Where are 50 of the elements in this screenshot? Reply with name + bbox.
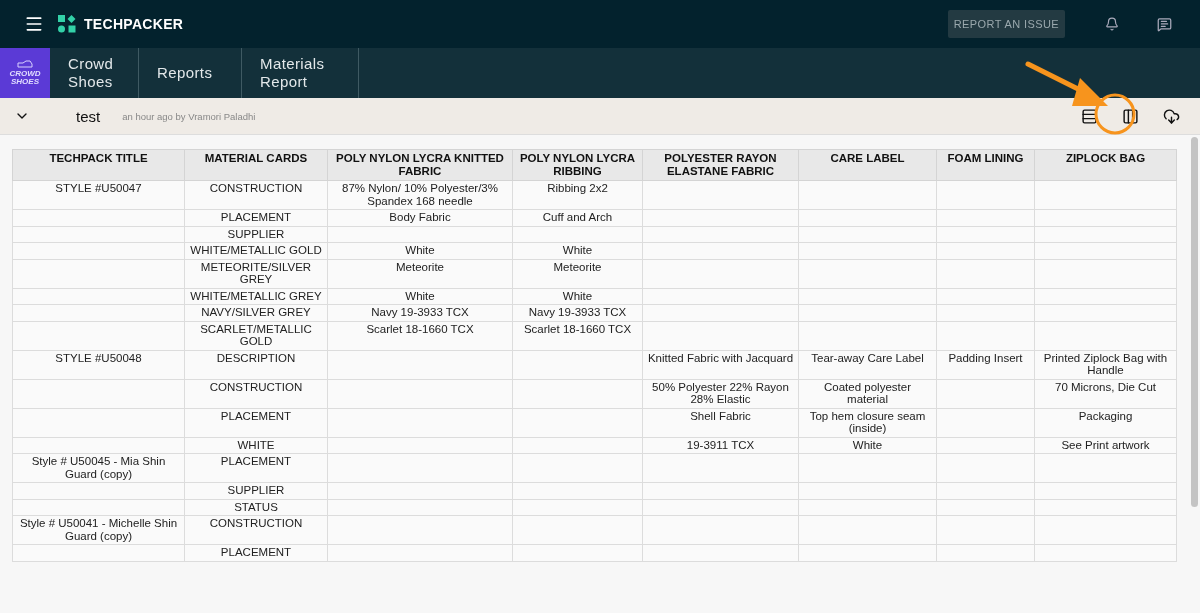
table-cell: Printed Ziplock Bag with Handle <box>1034 350 1177 379</box>
table-cell: CONSTRUCTION <box>184 515 328 545</box>
column-header: ZIPLOCK BAG <box>1034 149 1177 181</box>
column-header: POLY NYLON LYCRA RIBBING <box>512 149 643 181</box>
table-cell: CONSTRUCTION <box>184 379 328 408</box>
table-cell: 87% Nylon/ 10% Polyester/3% Spandex 168 needle <box>327 180 513 210</box>
report-meta: an hour ago by Vramori Paladhi <box>122 110 256 122</box>
cloud-download-icon[interactable] <box>1163 107 1180 125</box>
rows-view-icon[interactable] <box>1081 107 1098 125</box>
help-icon[interactable] <box>1157 16 1172 32</box>
scrollbar[interactable] <box>1191 137 1198 507</box>
table-cell: STYLE #U50048 <box>12 350 185 379</box>
column-header: FOAM LINING <box>936 149 1035 181</box>
table-cell: Tear-away Care Label <box>798 350 937 379</box>
table-cell: Top hem closure seam (inside) <box>798 408 937 437</box>
report-issue-button[interactable]: REPORT AN ISSUE <box>947 10 1065 38</box>
column-header: MATERIAL CARDS <box>184 149 328 181</box>
table-cell: 70 Microns, Die Cut <box>1034 379 1177 408</box>
table-cell: PLACEMENT <box>184 453 328 483</box>
menu-icon[interactable] <box>24 14 44 34</box>
table-cell: DESCRIPTION <box>184 350 328 379</box>
brand-name: TECHPACKER <box>84 16 184 32</box>
column-header: POLY NYLON LYCRA KNITTED FABRIC <box>327 149 513 181</box>
table-cell: Meteorite <box>512 259 643 288</box>
table-cell: Packaging <box>1034 408 1177 437</box>
table-cell: Coated polyester material <box>798 379 937 408</box>
column-header: CARE LABEL <box>798 149 937 181</box>
table-cell: Style # U50045 - Mia Shin Guard (copy) <box>12 453 185 483</box>
table-cell: Shell Fabric <box>642 408 799 437</box>
table-cell: Knitted Fabric with Jacquard <box>642 350 799 379</box>
table-cell: Style # U50041 - Michelle Shin Guard (copy) <box>12 515 185 545</box>
table-cell: Scarlet 18-1660 TCX <box>327 321 513 350</box>
table-cell: Padding Insert <box>936 350 1035 379</box>
table-cell: Meteorite <box>327 259 513 288</box>
table-cell: Ribbing 2x2 <box>512 180 643 210</box>
column-header: POLYESTER RAYON ELASTANE FABRIC <box>642 149 799 181</box>
brand-tile[interactable]: CROWD SHOES <box>0 48 50 98</box>
logo-icon <box>58 15 76 33</box>
brand-tile-label: CROWD SHOES <box>8 70 42 86</box>
table-cell: METEORITE/SILVER GREY <box>184 259 328 288</box>
table-cell: 50% Polyester 22% Rayon 28% Elastic <box>642 379 799 408</box>
table-cell: PLACEMENT <box>184 408 328 437</box>
column-header: TECHPACK TITLE <box>12 149 185 181</box>
table-cell: SCARLET/METALLIC GOLD <box>184 321 328 350</box>
report-title: test <box>76 107 101 125</box>
bell-icon[interactable] <box>1105 17 1119 31</box>
columns-view-icon[interactable] <box>1122 107 1139 125</box>
table-cell: STYLE #U50047 <box>12 180 185 210</box>
table-cell: Scarlet 18-1660 TCX <box>512 321 643 350</box>
table-cell: CONSTRUCTION <box>184 180 328 210</box>
